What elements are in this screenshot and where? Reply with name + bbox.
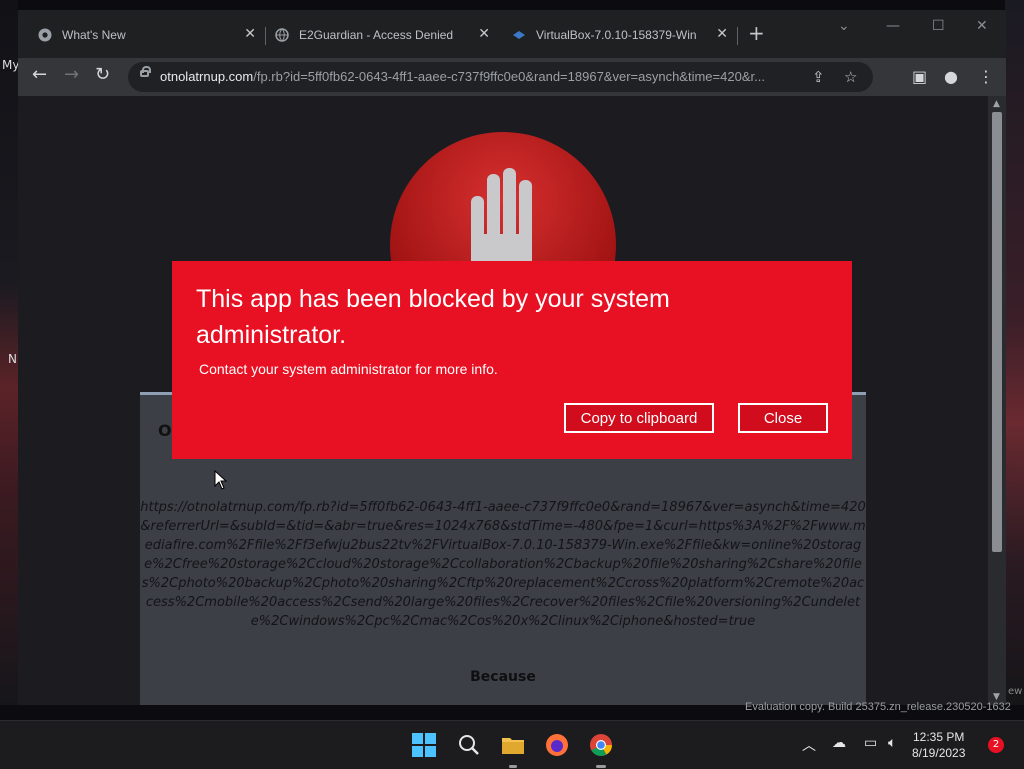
network-icon[interactable]: ▭ [864, 735, 877, 751]
tab-divider [265, 27, 266, 45]
new-tab-button[interactable]: + [748, 23, 765, 43]
close-tab-icon[interactable]: ✕ [716, 25, 728, 42]
tab-virtualbox[interactable]: VirtualBox-7.0.10-158379-Win ✕ [512, 22, 728, 48]
close-window-button[interactable]: ✕ [976, 18, 988, 34]
tab-title: VirtualBox-7.0.10-158379-Win [536, 28, 697, 42]
close-button[interactable]: Close [738, 403, 828, 433]
mouse-cursor-icon [214, 470, 228, 490]
tray-overflow-chevron-icon[interactable]: ︿ [802, 735, 816, 755]
tab-title: What's New [62, 28, 126, 42]
clock-time: 12:35 PM [913, 730, 965, 744]
desktop-icon-label: ew [1008, 686, 1023, 697]
because-label: Because [470, 669, 536, 685]
forward-button[interactable]: → [64, 66, 79, 84]
browser-toolbar: ← → ↻ otnolatrnup.com/fp.rb?id=5ff0fb62-… [18, 58, 1006, 96]
scroll-thumb[interactable] [992, 112, 1002, 552]
desktop-wallpaper-right [1005, 0, 1024, 705]
virtualbox-icon [512, 28, 526, 42]
lock-icon [140, 66, 151, 77]
clock-date: 8/19/2023 [912, 746, 966, 760]
dialog-subtitle: Contact your system administrator for mo… [199, 361, 498, 377]
desktop-icon-label: My [2, 58, 20, 72]
address-bar[interactable]: otnolatrnup.com/fp.rb?id=5ff0fb62-0643-4… [128, 62, 873, 92]
side-panel-icon[interactable]: ▣ [912, 67, 927, 86]
chrome-taskbar-icon[interactable] [587, 731, 615, 759]
volume-icon[interactable]: 🔈︎ [888, 735, 896, 751]
cloud-offline-icon[interactable]: ☁ [832, 735, 846, 751]
blocked-url-text: https://otnolatrnup.com/fp.rb?id=5ff0fb6… [140, 500, 866, 629]
url-text: otnolatrnup.com/fp.rb?id=5ff0fb62-0643-4… [160, 69, 765, 84]
page-scrollbar[interactable]: ▲ ▼ [988, 96, 1006, 705]
evaluation-watermark: Evaluation copy. Build 25375.zn_release.… [745, 701, 1011, 713]
dialog-title: This app has been blocked by your system… [196, 285, 670, 349]
globe-icon [275, 28, 289, 42]
card-heading: O [158, 421, 172, 440]
system-clock[interactable]: 12:35 PM 8/19/2023 [912, 729, 965, 761]
tab-divider [737, 27, 738, 45]
notification-badge[interactable]: 2 [988, 737, 1004, 753]
desktop-icon-label: N [8, 352, 17, 366]
taskbar: ︿ ☁ ▭ 🔈︎ 12:35 PM 8/19/2023 2 [0, 720, 1024, 769]
app-blocked-dialog: This app has been blocked by your system… [172, 261, 852, 459]
start-windows-icon[interactable] [410, 731, 438, 759]
share-icon[interactable]: ⇪ [812, 68, 825, 86]
file-explorer-icon[interactable] [499, 731, 527, 759]
scroll-up-arrow-icon[interactable]: ▲ [993, 99, 1000, 109]
tab-whats-new[interactable]: What's New ✕ [38, 22, 256, 48]
tab-search-icon[interactable]: ⌄ [838, 18, 850, 34]
firefox-icon[interactable] [543, 731, 571, 759]
profile-icon[interactable]: ● [944, 67, 958, 86]
close-tab-icon[interactable]: ✕ [478, 25, 490, 42]
copy-to-clipboard-button[interactable]: Copy to clipboard [564, 403, 714, 433]
search-icon[interactable] [455, 731, 483, 759]
tab-e2guardian[interactable]: E2Guardian - Access Denied ✕ [275, 22, 490, 48]
tab-title: E2Guardian - Access Denied [299, 28, 454, 42]
chrome-icon [38, 28, 52, 42]
maximize-button[interactable]: ☐ [932, 18, 945, 34]
back-button[interactable]: ← [32, 66, 47, 84]
menu-kebab-icon[interactable]: ⋮ [978, 67, 994, 86]
reload-button[interactable]: ↻ [95, 66, 110, 84]
tab-strip: What's New ✕ E2Guardian - Access Denied … [18, 10, 1006, 58]
bookmark-star-icon[interactable]: ☆ [844, 68, 857, 86]
close-tab-icon[interactable]: ✕ [244, 25, 256, 42]
minimize-button[interactable]: — [886, 18, 900, 34]
